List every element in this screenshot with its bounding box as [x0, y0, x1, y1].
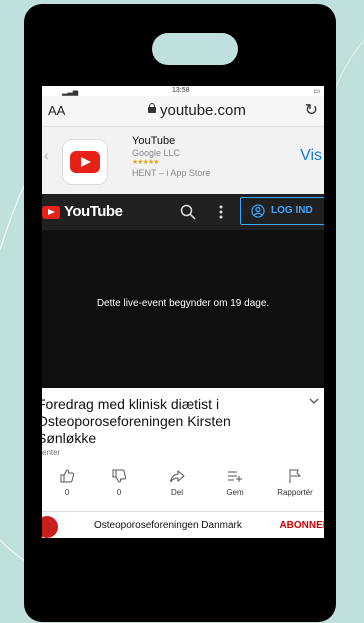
video-player[interactable]: Dette live-event begynder om 19 dage. — [42, 230, 324, 388]
url-text[interactable]: youtube.com — [160, 102, 246, 119]
app-name: YouTube — [132, 135, 176, 147]
signal-icon: ▂▃▅ — [62, 89, 79, 96]
account-icon — [251, 204, 265, 218]
more-options-icon[interactable] — [218, 204, 224, 220]
channel-row: Osteoporoseforeningen Danmark ABONNER — [42, 512, 324, 538]
share-button[interactable]: Del — [152, 464, 202, 497]
search-icon[interactable] — [180, 204, 196, 220]
battery-icon: ▭ — [313, 88, 320, 95]
video-status: venter — [42, 448, 61, 457]
youtube-header: YouTube LOG IND — [42, 194, 324, 230]
report-button[interactable]: Rapportér — [270, 464, 320, 497]
video-title: Foredrag med klinisk diætist i Osteoporo… — [42, 396, 231, 446]
subscribe-button[interactable]: ABONNER — [279, 520, 324, 531]
report-label: Rapportér — [277, 488, 313, 497]
youtube-logo-icon[interactable] — [42, 206, 60, 219]
dislike-count: 0 — [116, 488, 122, 497]
save-button[interactable]: Gem — [210, 464, 260, 497]
dislike-button[interactable]: 0 — [94, 464, 144, 497]
app-store-text: HENT – i App Store — [132, 168, 211, 178]
reload-icon[interactable]: ↻ — [305, 100, 318, 120]
action-bar: 0 0 Del Gem Rapportér — [42, 464, 324, 510]
youtube-app-icon — [62, 139, 108, 185]
close-icon[interactable]: ‹ — [44, 147, 49, 163]
text-size-button[interactable]: AA — [48, 103, 65, 118]
like-button[interactable]: 0 — [42, 464, 92, 497]
live-event-message: Dette live-event begynder om 19 dage. — [96, 298, 270, 309]
share-label: Del — [170, 488, 183, 497]
status-bar: ▂▃▅ 13:58 ▭ — [42, 86, 324, 96]
youtube-logo-text[interactable]: YouTube — [64, 203, 123, 220]
app-store-banner: ‹ YouTube Google LLC ★★★★★ HENT – i App … — [42, 127, 324, 195]
chevron-down-icon[interactable] — [308, 396, 320, 406]
login-button[interactable]: LOG IND — [240, 197, 324, 225]
flag-icon — [289, 469, 302, 483]
phone-screen: ▂▃▅ 13:58 ▭ AA youtube.com ↻ ‹ YouTube G… — [42, 86, 324, 538]
lock-icon — [148, 103, 156, 113]
share-icon — [170, 469, 185, 483]
save-label: Gem — [226, 488, 244, 497]
app-developer: Google LLC — [132, 148, 181, 158]
browser-url-bar[interactable]: AA youtube.com ↻ — [42, 96, 324, 127]
channel-avatar[interactable] — [42, 516, 58, 538]
thumbs-down-icon — [112, 469, 127, 483]
channel-name[interactable]: Osteoporoseforeningen Danmark — [94, 520, 242, 531]
view-app-button[interactable]: Vis — [300, 147, 322, 165]
add-to-playlist-icon — [228, 471, 242, 482]
login-label: LOG IND — [271, 205, 313, 216]
status-time: 13:58 — [172, 87, 190, 94]
like-count: 0 — [64, 488, 70, 497]
phone-speaker — [152, 33, 238, 65]
star-rating: ★★★★★ — [132, 159, 159, 166]
thumbs-up-icon — [60, 469, 75, 483]
